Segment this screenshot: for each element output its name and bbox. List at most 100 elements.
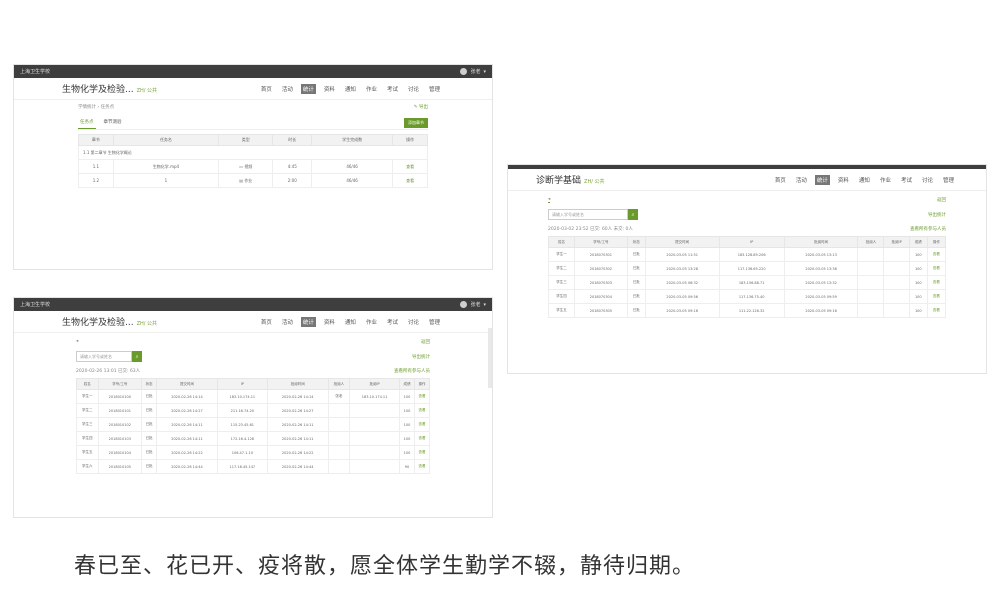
cell-done: 46/46 (311, 173, 394, 188)
col-review-time: 批阅时间 (266, 378, 329, 390)
nav-manage[interactable]: 管理 (941, 175, 956, 185)
col-chapter: 章节 (78, 134, 114, 146)
nav-home[interactable]: 首页 (773, 175, 788, 185)
nav-resources[interactable]: 资料 (322, 317, 337, 327)
table-row: 1.1 生物化学.mp4 ▭ 视频 4:45 46/46 查看 (78, 159, 428, 174)
table-row: 学生五 2018070305 已批 2020-03-05 09:16 111.22.12… (547, 303, 947, 318)
view-all-link[interactable]: 查看所有参与人员 (910, 226, 946, 232)
cell-name: 学生四 (547, 289, 576, 304)
nav-discuss[interactable]: 讨论 (406, 84, 421, 94)
nav-activity[interactable]: 活动 (280, 84, 295, 94)
nav-activity[interactable]: 活动 (794, 175, 809, 185)
cell-submit-time: 2020-03-05 06:32 (644, 275, 720, 290)
cell-task: 1 (112, 173, 220, 188)
nav-discuss[interactable]: 讨论 (406, 317, 421, 327)
toolbar: ◂ 返回 (548, 197, 946, 203)
nav-notice[interactable]: 通知 (857, 175, 872, 185)
view-link[interactable]: 查看 (392, 159, 428, 174)
back-link[interactable]: 返回 (937, 197, 946, 203)
cell-name: 学生四 (76, 431, 99, 446)
nav-homework[interactable]: 作业 (878, 175, 893, 185)
cell-name: 学生二 (76, 403, 99, 418)
cell-name: 学生三 (547, 275, 576, 290)
search-input[interactable]: 请输入学号或姓名 (548, 209, 628, 220)
cell-review-time: 2020-02-26 14:27 (266, 403, 329, 418)
cell-review-ip (883, 247, 910, 262)
section-row: 1.1 第二章节 生物化学概论 (78, 145, 428, 160)
view-link[interactable]: 查看 (926, 247, 947, 262)
main-content: ◂ 返回 请输入学号或姓名 ⌕ 导出统计 2020-02-26 13:01 已交… (14, 333, 492, 474)
cell-score: 100 (398, 445, 415, 460)
back-link[interactable]: 返回 (421, 339, 430, 345)
search-button[interactable]: ⌕ (132, 351, 142, 362)
nav-notice[interactable]: 通知 (343, 84, 358, 94)
view-link[interactable]: 查看 (413, 445, 431, 460)
cell-id: 2018010104 (97, 445, 143, 460)
table-row: 学生五 2018010104 已批 2020-02-26 14:22 106.47.1.… (76, 445, 431, 460)
export-link[interactable]: 导出统计 (928, 212, 946, 218)
cell-review-time: 2020-02-26 14:44 (266, 459, 329, 474)
nav-homework[interactable]: 作业 (364, 84, 379, 94)
scrollbar[interactable] (488, 328, 492, 388)
cell-review-time: 2020-02-26 14:22 (266, 445, 329, 460)
export-link[interactable]: ✎ 导出 (414, 104, 428, 110)
nav-exam[interactable]: 考试 (385, 84, 400, 94)
nav-stats[interactable]: 统计 (300, 83, 316, 94)
nav-stats[interactable]: 统计 (814, 174, 830, 185)
school-name: 上海卫生学校 (20, 302, 51, 308)
meta-row: 2020-02-26 13:01 已交: 63人 查看所有参与人员 (76, 368, 430, 374)
top-bar: 上海卫生学校 张老 ▾ (14, 298, 492, 311)
cell-chapter: 1.2 (78, 173, 114, 188)
nav-manage[interactable]: 管理 (427, 317, 442, 327)
view-link[interactable]: 查看 (926, 261, 947, 276)
nav-notice[interactable]: 通知 (343, 317, 358, 327)
view-link[interactable]: 查看 (413, 417, 431, 432)
user-menu[interactable]: 张老 ▾ (460, 301, 486, 308)
nav-homework[interactable]: 作业 (364, 317, 379, 327)
view-link[interactable]: 查看 (413, 431, 431, 446)
view-link[interactable]: 查看 (926, 289, 947, 304)
nav-home[interactable]: 首页 (259, 317, 274, 327)
cell-status: 已批 (626, 247, 646, 262)
search-input[interactable]: 请输入学号或姓名 (76, 351, 132, 362)
user-menu[interactable]: 张老 ▾ (460, 68, 486, 75)
view-link[interactable]: 查看 (413, 403, 431, 418)
view-link[interactable]: 查看 (926, 303, 947, 318)
type-label: 作业 (244, 177, 253, 183)
nav-exam[interactable]: 考试 (385, 317, 400, 327)
export-link[interactable]: 导出统计 (412, 354, 430, 360)
view-link[interactable]: 查看 (392, 173, 428, 188)
nav-discuss[interactable]: 讨论 (920, 175, 935, 185)
nav-stats[interactable]: 统计 (300, 316, 316, 327)
breadcrumb-text[interactable]: 学情统计 › 任务点 (78, 104, 114, 110)
course-header: 生物化学及检验... ZH/ 公共 首页 活动 统计 资料 通知 作业 考试 讨论… (14, 311, 492, 333)
nav-resources[interactable]: 资料 (322, 84, 337, 94)
cell-id: 2018070303 (574, 275, 628, 290)
course-name: 生物化学及检验... (62, 85, 134, 95)
cell-ip: 106.47.1.10 (216, 445, 268, 460)
cell-id: 2018070301 (574, 247, 628, 262)
view-all-link[interactable]: 查看所有参与人员 (394, 368, 430, 374)
cell-id: 2018070302 (574, 261, 628, 276)
cell-ip: 172.16.4.128 (216, 431, 268, 446)
view-link[interactable]: 查看 (413, 389, 431, 404)
cell-reviewer: 张老 (327, 389, 351, 404)
add-chapter-button[interactable]: 添加章节 (404, 117, 428, 128)
cell-review-time: 2020-02-26 14:11 (266, 417, 329, 432)
search-button[interactable]: ⌕ (628, 209, 638, 220)
meta-time: 2020-03-02 23:52 (548, 227, 589, 232)
view-link[interactable]: 查看 (413, 459, 431, 474)
view-link[interactable]: 查看 (926, 275, 947, 290)
cell-ip: 115.23.45.61 (216, 417, 268, 432)
nav-exam[interactable]: 考试 (899, 175, 914, 185)
submission-table: 姓名 学号/工号 状态 提交时间 IP 批阅时间 批阅人 批阅IP 成绩 操作 … (547, 236, 947, 318)
user-name: 张老 (470, 69, 481, 75)
col-submit-time: 提交时间 (156, 378, 218, 390)
nav-activity[interactable]: 活动 (280, 317, 295, 327)
tab-task-points[interactable]: 任务点 (78, 116, 96, 129)
cell-score: 100 (908, 275, 928, 290)
nav-resources[interactable]: 资料 (836, 175, 851, 185)
nav-home[interactable]: 首页 (259, 84, 274, 94)
nav-manage[interactable]: 管理 (427, 84, 442, 94)
tab-chapter-quiz[interactable]: 章节测验 (102, 116, 124, 129)
